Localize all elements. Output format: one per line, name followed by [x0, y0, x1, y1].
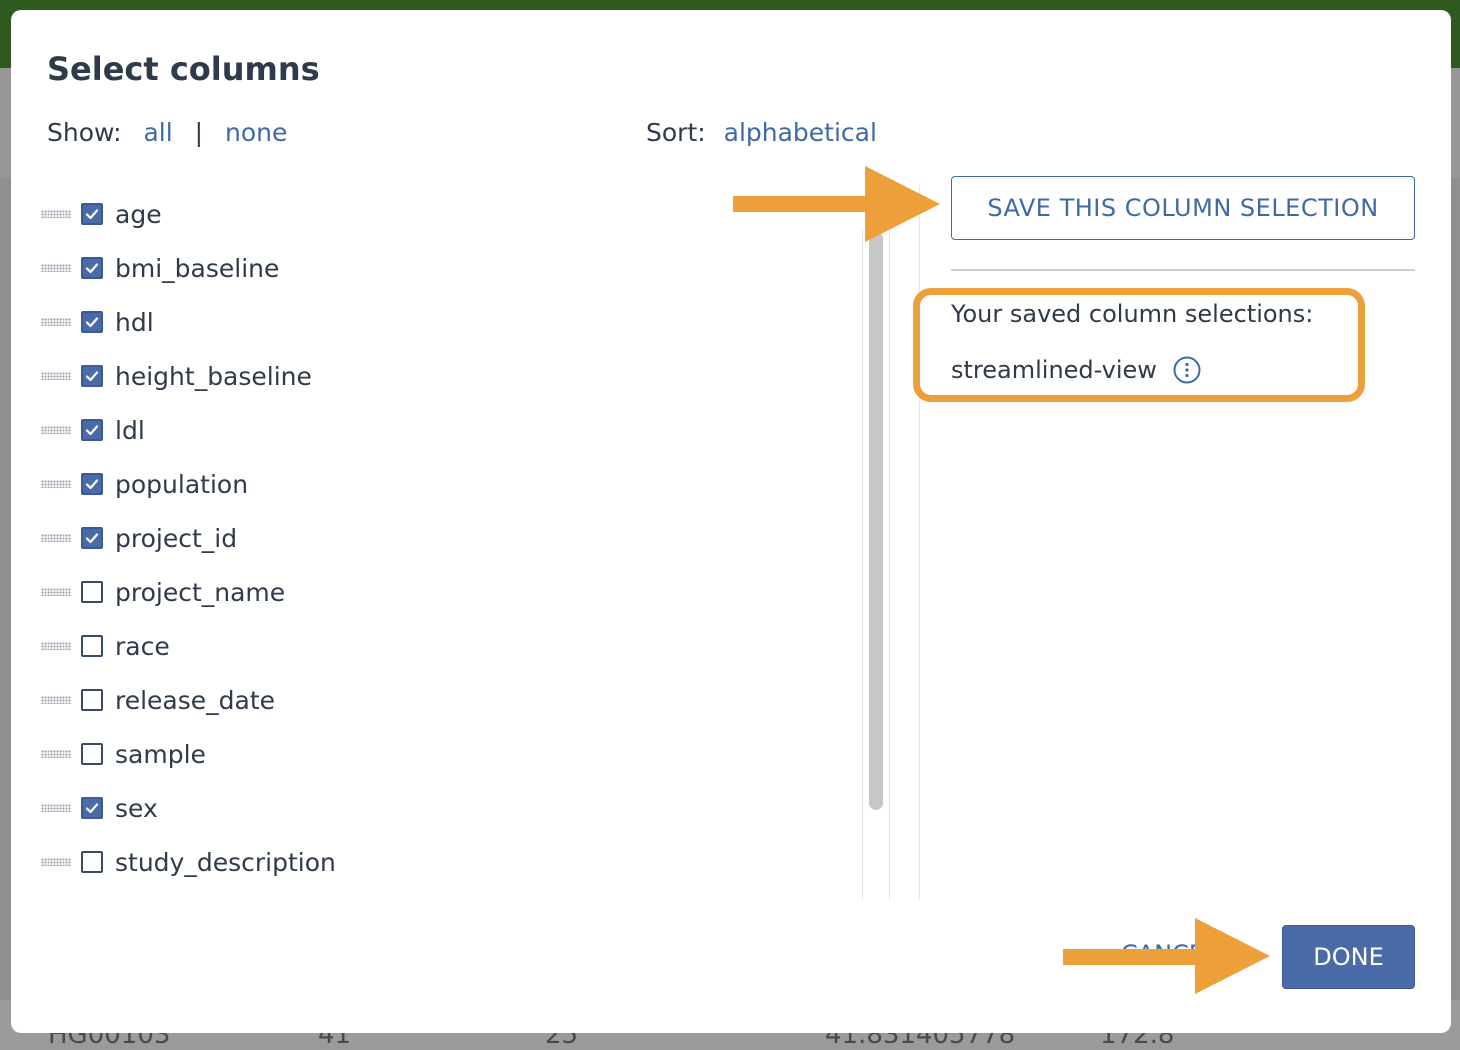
arrow-to-save-icon [733, 166, 940, 242]
drag-handle-icon[interactable] [41, 588, 71, 596]
checkmark-icon [85, 803, 99, 814]
column-label: height_baseline [115, 361, 312, 391]
column-item[interactable]: project_id [41, 518, 237, 558]
column-label: release_date [115, 685, 276, 715]
column-item[interactable]: population [41, 464, 248, 504]
show-none-link[interactable]: none [225, 118, 287, 147]
column-label: population [115, 469, 249, 499]
checkmark-icon [85, 317, 99, 328]
column-checkbox[interactable] [81, 311, 103, 333]
checkmark-icon [85, 533, 99, 544]
column-label: race [115, 631, 170, 661]
select-columns-dialog: Select columns Show: all | none Sort: al… [11, 10, 1451, 1033]
drag-handle-icon[interactable] [41, 534, 71, 542]
arrow-to-done-icon [1063, 918, 1270, 994]
saved-selections-title: Your saved column selections: [951, 300, 1314, 328]
scrollbar-thumb[interactable] [869, 232, 883, 810]
column-item[interactable]: sample [41, 734, 206, 774]
info-icon[interactable] [1173, 356, 1201, 384]
checkmark-icon [85, 479, 99, 490]
column-checkbox[interactable] [81, 743, 103, 765]
drag-handle-icon[interactable] [41, 804, 71, 812]
column-label: age [115, 199, 162, 229]
column-label: ldl [115, 415, 145, 445]
checkmark-icon [85, 263, 99, 274]
column-item[interactable]: age [41, 194, 162, 234]
column-label: project_name [115, 577, 286, 607]
column-checkbox[interactable] [81, 581, 103, 603]
column-item[interactable]: sex [41, 788, 158, 828]
drag-handle-icon[interactable] [41, 372, 71, 380]
saved-selection-item[interactable]: streamlined-view [951, 356, 1201, 384]
column-item[interactable]: release_date [41, 680, 275, 720]
column-item[interactable]: height_baseline [41, 356, 312, 396]
column-checkbox[interactable] [81, 419, 103, 441]
saved-divider [951, 269, 1415, 271]
drag-handle-icon[interactable] [41, 750, 71, 758]
column-label: sample [115, 739, 206, 769]
column-label: bmi_baseline [115, 253, 280, 283]
column-checkbox[interactable] [81, 527, 103, 549]
column-item[interactable]: race [41, 626, 170, 666]
column-list: age bmi_baselinehdl height_baselineldl popu… [41, 180, 861, 898]
column-item[interactable]: bmi_baseline [41, 248, 279, 288]
column-item[interactable]: study_description [41, 842, 336, 882]
column-label: sex [115, 793, 158, 823]
checkmark-icon [85, 425, 99, 436]
saved-selection-label[interactable]: streamlined-view [951, 356, 1157, 384]
drag-handle-icon[interactable] [41, 264, 71, 272]
drag-handle-icon[interactable] [41, 642, 71, 650]
column-label: project_id [115, 523, 238, 553]
column-checkbox[interactable] [81, 365, 103, 387]
done-button[interactable]: DONE [1282, 925, 1415, 989]
column-checkbox[interactable] [81, 203, 103, 225]
drag-handle-icon[interactable] [41, 318, 71, 326]
checkmark-icon [85, 371, 99, 382]
show-label: Show: [47, 118, 122, 147]
sort-controls: Sort: alphabetical [646, 118, 877, 147]
show-controls: Show: all | none [47, 118, 287, 147]
column-checkbox[interactable] [81, 797, 103, 819]
column-label: study_description [115, 847, 336, 877]
sort-alphabetical-link[interactable]: alphabetical [724, 118, 877, 147]
column-label: hdl [115, 307, 154, 337]
checkmark-icon [85, 209, 99, 220]
column-checkbox[interactable] [81, 689, 103, 711]
column-item[interactable]: project_name [41, 572, 285, 612]
drag-handle-icon[interactable] [41, 696, 71, 704]
column-checkbox[interactable] [81, 851, 103, 873]
column-checkbox[interactable] [81, 473, 103, 495]
drag-handle-icon[interactable] [41, 210, 71, 218]
show-all-link[interactable]: all [143, 118, 172, 147]
column-checkbox[interactable] [81, 635, 103, 657]
drag-handle-icon[interactable] [41, 426, 71, 434]
column-item[interactable]: hdl [41, 302, 154, 342]
column-checkbox[interactable] [81, 257, 103, 279]
save-column-selection-button[interactable]: SAVE THIS COLUMN SELECTION [951, 176, 1415, 240]
show-separator: | [194, 118, 204, 147]
dialog-title: Select columns [47, 50, 320, 88]
drag-handle-icon[interactable] [41, 858, 71, 866]
sort-label: Sort: [646, 118, 706, 147]
drag-handle-icon[interactable] [41, 480, 71, 488]
column-item[interactable]: ldl [41, 410, 145, 450]
